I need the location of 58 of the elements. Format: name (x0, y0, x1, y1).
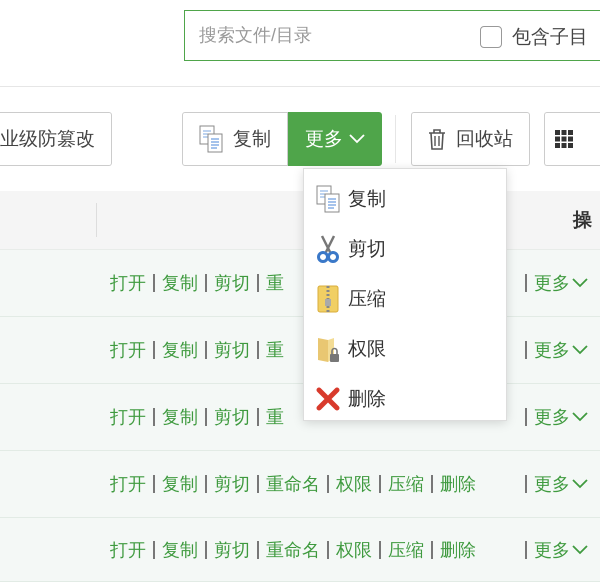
menu-item[interactable]: 剪切 (304, 224, 506, 274)
action-link[interactable]: 打开 (110, 271, 146, 295)
zip-folder-icon (316, 285, 340, 313)
action-link[interactable]: 打开 (110, 338, 146, 362)
action-link[interactable]: 剪切 (214, 271, 250, 295)
tamper-protection-button[interactable]: 业级防篡改 (0, 112, 112, 166)
action-link[interactable]: 剪切 (214, 472, 250, 496)
menu-item[interactable]: 压缩 (304, 274, 506, 324)
grid-icon (554, 130, 573, 148)
recycle-bin-button[interactable]: 回收站 (410, 112, 530, 166)
action-link[interactable]: 删除 (440, 472, 476, 496)
documents-icon (199, 125, 223, 153)
action-link[interactable]: 权限 (336, 472, 372, 496)
action-link[interactable]: 复制 (162, 538, 198, 562)
more-link[interactable]: 更多 (534, 538, 588, 562)
documents-icon (316, 185, 340, 213)
trash-icon (428, 128, 446, 150)
more-link[interactable]: 更多 (534, 271, 588, 295)
chevron-down-icon (572, 345, 588, 355)
action-link[interactable]: 复制 (162, 271, 198, 295)
more-link[interactable]: 更多 (534, 405, 588, 429)
action-link[interactable]: 打开 (110, 405, 146, 429)
menu-item[interactable]: 删除 (304, 374, 506, 424)
action-link[interactable]: 重 (266, 405, 284, 429)
checkbox[interactable] (480, 26, 502, 48)
action-link[interactable]: 重命名 (266, 538, 320, 562)
scissors-icon (316, 235, 340, 263)
action-link[interactable]: 打开 (110, 472, 146, 496)
more-button[interactable]: 更多 (288, 112, 382, 166)
chevron-down-icon (572, 479, 588, 489)
checkbox-label: 包含子目 (512, 26, 588, 50)
action-link[interactable]: 复制 (162, 405, 198, 429)
column-header: 操 (573, 209, 592, 233)
action-link[interactable]: 复制 (162, 338, 198, 362)
chevron-down-icon (572, 544, 588, 554)
more-link[interactable]: 更多 (534, 472, 588, 496)
menu-item[interactable]: 权限 (304, 324, 506, 374)
chevron-down-icon (572, 278, 588, 288)
action-link[interactable]: 压缩 (388, 472, 424, 496)
more-link[interactable]: 更多 (534, 338, 588, 362)
cross-icon (316, 385, 340, 413)
action-link[interactable]: 重 (266, 271, 284, 295)
action-link[interactable]: 压缩 (388, 538, 424, 562)
view-toggle-button[interactable] (544, 112, 600, 166)
chevron-down-icon (349, 134, 365, 144)
menu-item[interactable]: 复制 (304, 174, 506, 224)
action-link[interactable]: 剪切 (214, 338, 250, 362)
action-link[interactable]: 打开 (110, 538, 146, 562)
copy-button[interactable]: 复制 (182, 112, 288, 166)
action-link[interactable]: 重命名 (266, 472, 320, 496)
action-link[interactable]: 删除 (440, 538, 476, 562)
action-link[interactable]: 剪切 (214, 405, 250, 429)
action-link[interactable]: 剪切 (214, 538, 250, 562)
action-link[interactable]: 权限 (336, 538, 372, 562)
action-link[interactable]: 复制 (162, 472, 198, 496)
locked-folder-icon (316, 335, 340, 363)
chevron-down-icon (572, 412, 588, 422)
action-link[interactable]: 重 (266, 338, 284, 362)
